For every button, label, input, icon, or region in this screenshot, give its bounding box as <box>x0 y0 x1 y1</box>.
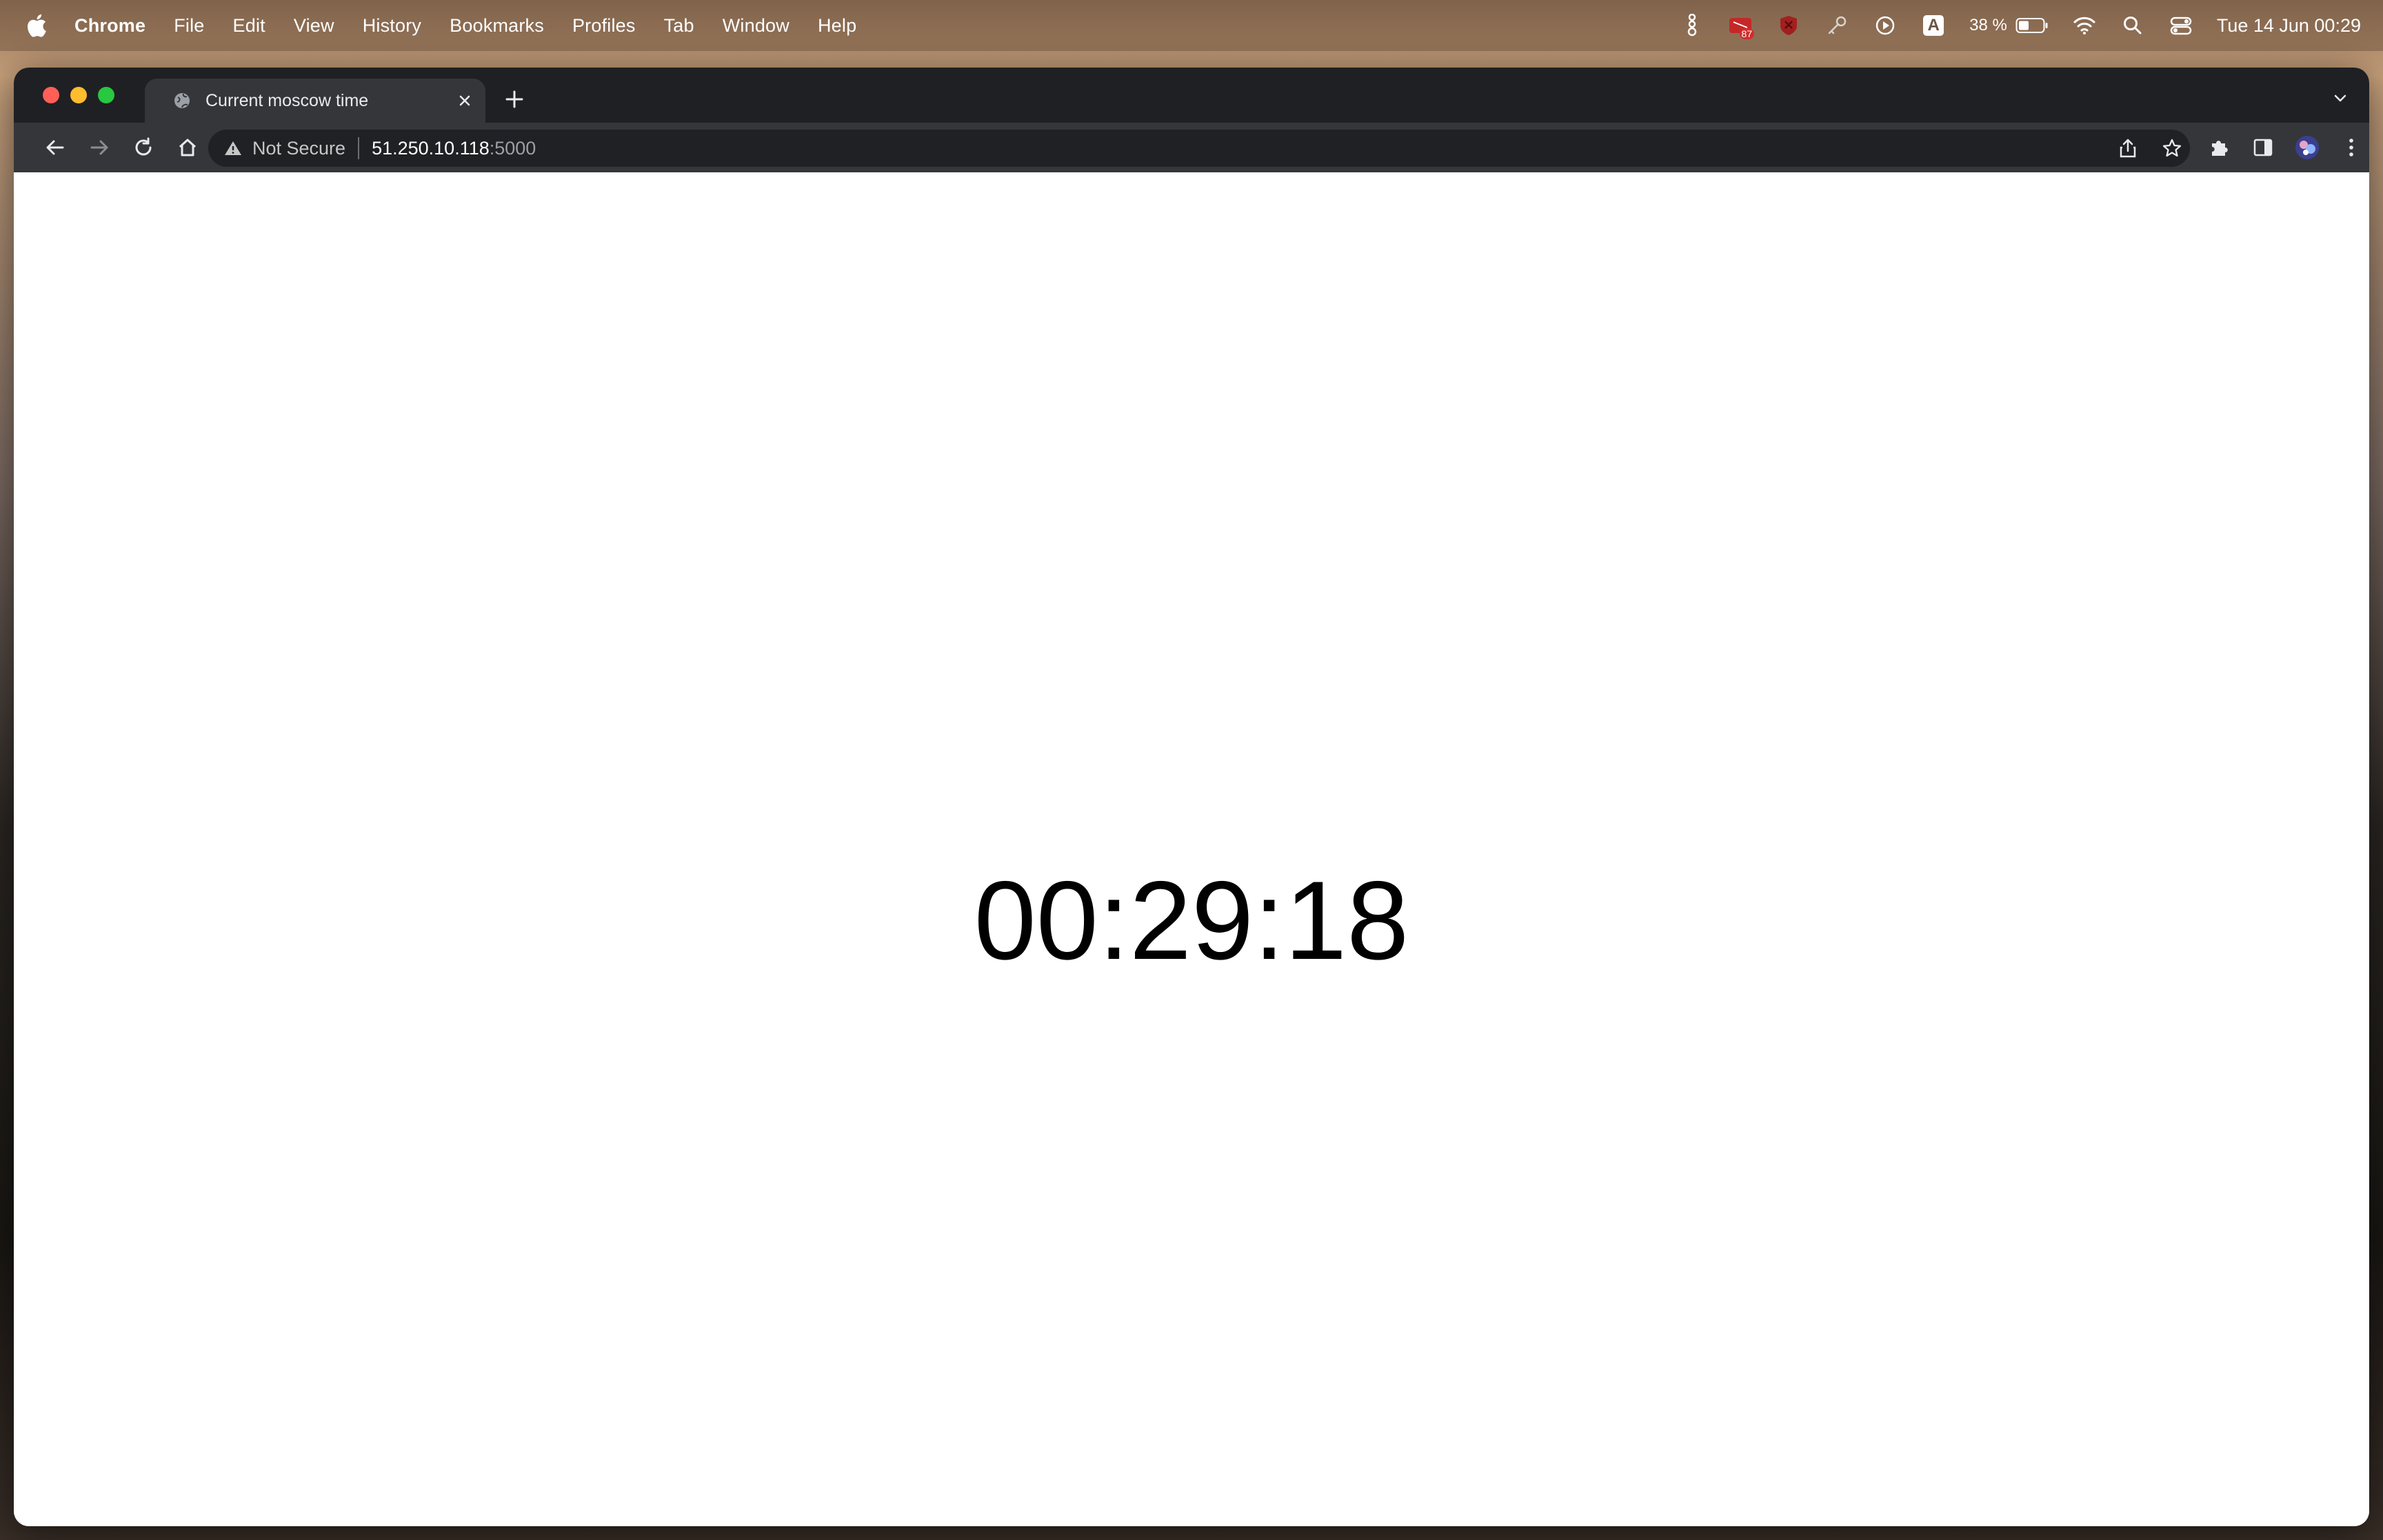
reload-icon[interactable] <box>131 135 156 160</box>
menu-help[interactable]: Help <box>818 15 856 37</box>
profile-avatar[interactable] <box>2295 135 2320 160</box>
menu-history[interactable]: History <box>363 15 421 37</box>
input-source-label: A <box>1923 15 1944 36</box>
tab-close-icon[interactable] <box>455 91 474 110</box>
notification-badge-count: 87 <box>1739 28 1755 39</box>
shield-icon[interactable] <box>1776 13 1801 38</box>
back-arrow-icon[interactable] <box>43 135 68 160</box>
key-icon[interactable] <box>1824 13 1849 38</box>
menu-edit[interactable]: Edit <box>233 15 265 37</box>
url-port: :5000 <box>489 137 536 159</box>
menu-bar-status: 87 A 38 % Tue 14 Jun 00:29 <box>1680 0 2361 51</box>
browser-window: Current moscow time Not Secure 51.250.10… <box>14 68 2369 1526</box>
menu-file[interactable]: File <box>174 15 204 37</box>
menu-bar-clock[interactable]: Tue 14 Jun 00:29 <box>2217 15 2361 37</box>
menu-profiles[interactable]: Profiles <box>572 15 636 37</box>
play-circle-icon[interactable] <box>1873 13 1898 38</box>
forward-arrow-icon[interactable] <box>87 135 112 160</box>
warning-triangle-icon[interactable] <box>223 139 243 158</box>
address-separator <box>358 137 360 159</box>
browser-toolbar: Not Secure 51.250.10.118 :5000 <box>14 123 2369 172</box>
apple-icon[interactable] <box>26 13 47 38</box>
address-bar[interactable]: Not Secure 51.250.10.118 :5000 <box>208 130 2190 167</box>
tab-strip: Current moscow time <box>14 68 2369 123</box>
address-bar-actions <box>2115 136 2184 161</box>
accessibility-icon[interactable] <box>1680 13 1705 38</box>
battery-icon[interactable] <box>2015 13 2049 38</box>
input-source-icon[interactable]: A <box>1921 13 1946 38</box>
tab-title: Current moscow time <box>205 90 369 110</box>
control-center-icon[interactable] <box>2169 13 2193 38</box>
spotlight-search-icon[interactable] <box>2120 13 2145 38</box>
notification-badge-icon[interactable]: 87 <box>1728 13 1755 39</box>
menu-window[interactable]: Window <box>723 15 790 37</box>
extensions-puzzle-icon[interactable] <box>2206 135 2231 160</box>
bookmark-star-icon[interactable] <box>2160 136 2184 161</box>
battery-percent: 38 % <box>1969 16 2007 34</box>
menu-bar: Chrome File Edit View History Bookmarks … <box>0 0 2383 51</box>
page-content: 00:29:18 <box>14 172 2369 1526</box>
window-minimize-button[interactable] <box>70 87 87 103</box>
menu-view[interactable]: View <box>294 15 334 37</box>
globe-icon <box>172 91 192 110</box>
menu-bookmarks[interactable]: Bookmarks <box>450 15 544 37</box>
new-tab-button[interactable] <box>502 87 527 112</box>
window-close-button[interactable] <box>43 87 59 103</box>
tab-search-chevron-down-icon[interactable] <box>2329 87 2351 109</box>
url-host: 51.250.10.118 <box>372 137 490 159</box>
more-menu-icon[interactable] <box>2339 135 2364 160</box>
menu-app-chrome[interactable]: Chrome <box>74 15 145 37</box>
tab-current[interactable]: Current moscow time <box>145 79 485 123</box>
menu-tab[interactable]: Tab <box>664 15 694 37</box>
home-icon[interactable] <box>175 135 200 160</box>
side-panel-icon[interactable] <box>2251 135 2275 160</box>
menu-bar-left: Chrome File Edit View History Bookmarks … <box>0 0 885 51</box>
share-icon[interactable] <box>2115 136 2140 161</box>
window-maximize-button[interactable] <box>98 87 114 103</box>
wifi-icon[interactable] <box>2072 13 2097 38</box>
security-status-label[interactable]: Not Secure <box>252 138 345 159</box>
moscow-time-display: 00:29:18 <box>974 858 1409 983</box>
